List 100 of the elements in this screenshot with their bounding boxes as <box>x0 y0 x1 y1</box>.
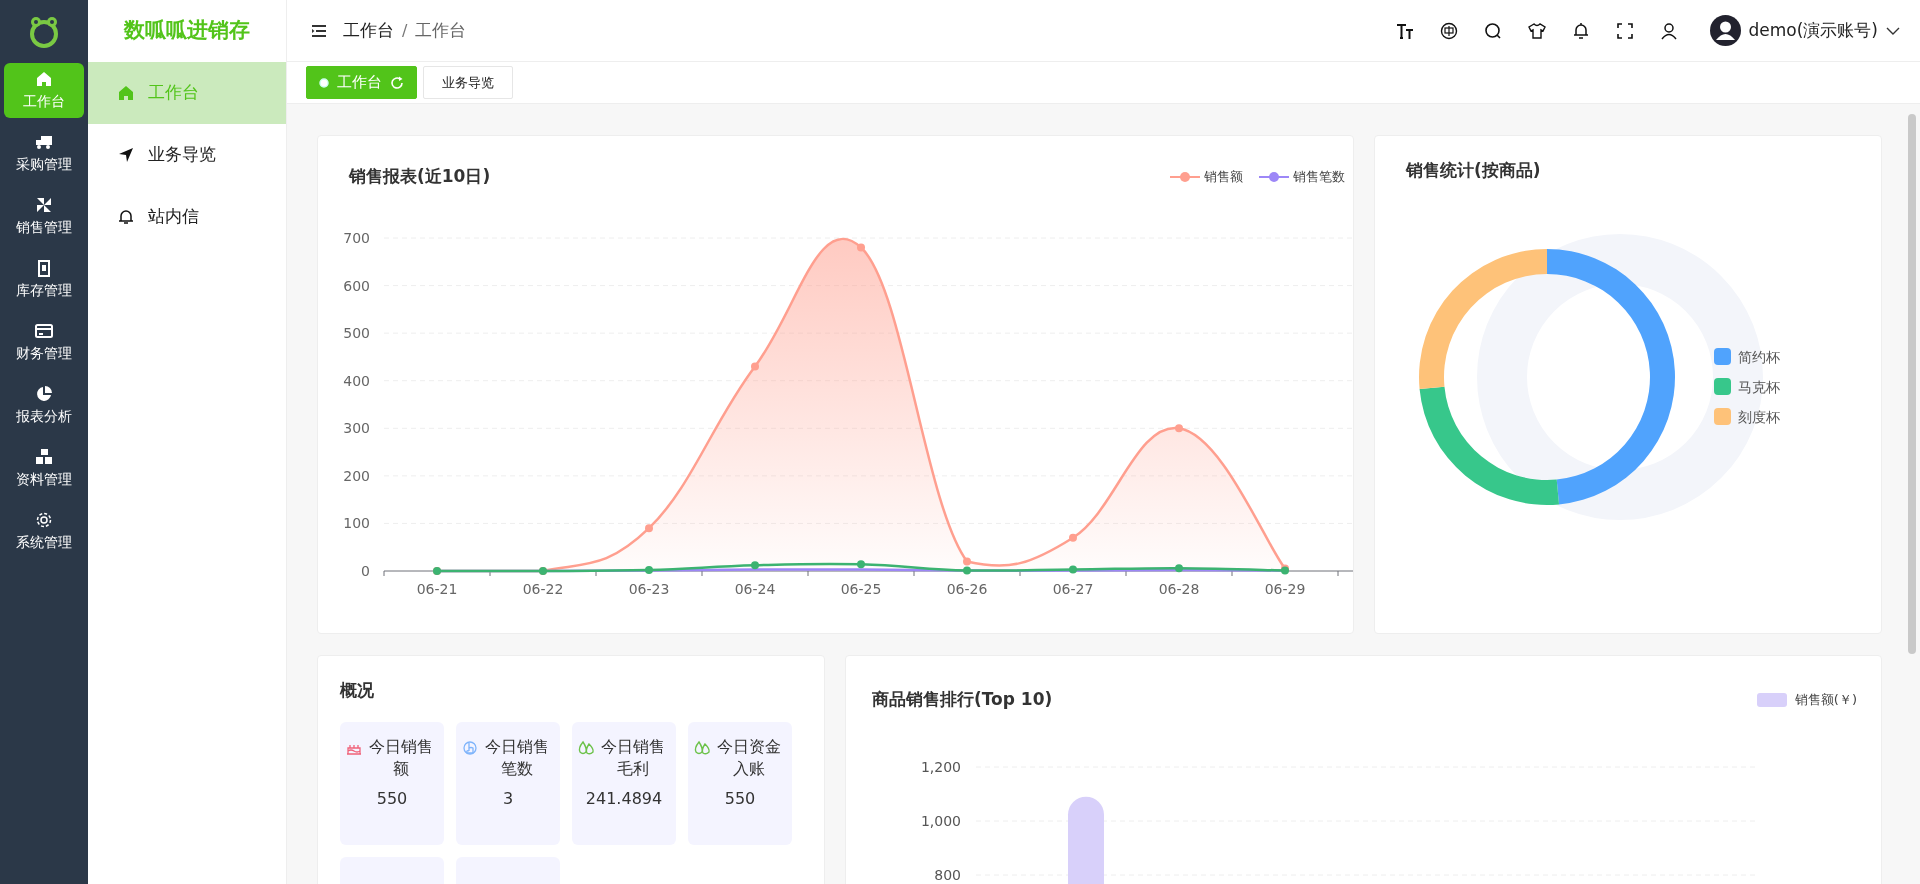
legend-line-icon <box>1170 171 1200 183</box>
axis-tick-label: 400 <box>343 372 370 389</box>
nav-item[interactable]: 资料管理 <box>4 437 84 500</box>
legend-label: 简约杯 <box>1738 349 1780 365</box>
breadcrumb-item: 工作台 <box>415 18 467 42</box>
brand-title: 数呱呱进销存 <box>122 17 251 45</box>
nav-item[interactable]: 系统管理 <box>4 500 84 563</box>
stat-label: 今日销售笔数 <box>484 736 550 781</box>
donut-slice[interactable] <box>1547 249 1675 505</box>
axis-tick-label: 300 <box>343 420 370 437</box>
nav-item[interactable]: 财务管理 <box>4 311 84 374</box>
axis-tick-label: 06-28 <box>1158 581 1200 597</box>
chevron-down-icon <box>1886 25 1900 36</box>
donut-slice[interactable] <box>1419 249 1547 390</box>
stat-label: 今日销售毛利 <box>600 736 666 781</box>
legend-item[interactable]: 马克杯 <box>1714 378 1780 395</box>
legend-label: 马克杯 <box>1738 379 1780 395</box>
data-point[interactable] <box>1069 565 1077 574</box>
axis-tick-label: 0 <box>361 563 370 579</box>
legend-line-icon <box>1259 171 1289 183</box>
language-icon[interactable] <box>1439 21 1458 40</box>
stat-label: 今日销售额 <box>368 736 434 781</box>
fullscreen-icon[interactable] <box>1615 21 1634 40</box>
stat-label: 今日资金入账 <box>716 736 782 781</box>
font-size-icon[interactable] <box>1395 21 1414 40</box>
donut-slice[interactable] <box>1419 386 1560 505</box>
card-title: 销售报表(近10日) <box>349 165 491 189</box>
shirt-icon[interactable] <box>1527 21 1546 40</box>
axis-tick-label: 800 <box>934 867 961 883</box>
axis-tick-label: 06-24 <box>734 581 776 597</box>
droplets-icon <box>577 739 595 757</box>
stat-value: 241.4894 <box>585 787 663 810</box>
legend-item[interactable]: 销售额 <box>1170 167 1243 187</box>
data-point[interactable] <box>963 557 971 566</box>
data-point[interactable] <box>645 566 653 575</box>
legend-swatch-icon <box>1756 693 1787 707</box>
menu-icon[interactable] <box>311 23 327 38</box>
data-point[interactable] <box>1175 424 1183 433</box>
card-title: 概况 <box>339 679 375 702</box>
axis-tick-label: 06-26 <box>946 581 988 597</box>
data-point[interactable] <box>751 362 759 371</box>
settings-icon <box>35 510 53 529</box>
refresh-icon <box>390 75 404 90</box>
user-name[interactable]: demo(演示账号) <box>1748 17 1878 44</box>
legend-item[interactable]: 简约杯 <box>1714 348 1780 365</box>
card-title: 销售统计(按商品) <box>1404 159 1542 182</box>
data-point[interactable] <box>1175 564 1183 573</box>
dot-icon <box>319 77 329 88</box>
axis-tick-label: 06-22 <box>522 581 564 597</box>
stat-value: 550 <box>376 787 408 810</box>
data-point[interactable] <box>1281 566 1289 575</box>
nav-item[interactable]: 采购管理 <box>4 122 84 185</box>
home-icon <box>118 85 134 101</box>
tap-icon <box>461 739 479 757</box>
axis-tick-label: 1,200 <box>920 759 961 775</box>
nav-item[interactable]: 销售管理 <box>4 185 84 248</box>
pinwheel-icon <box>35 195 53 214</box>
legend-item[interactable]: 销售额(￥) <box>1756 690 1857 710</box>
axis-tick-label: 200 <box>343 467 370 484</box>
breadcrumb-separator: / <box>402 19 408 42</box>
pie-chart-icon <box>35 384 53 403</box>
data-point[interactable] <box>857 243 865 252</box>
menu-item[interactable]: 业务导览 <box>88 124 286 186</box>
legend-item[interactable]: 销售笔数 <box>1259 167 1345 187</box>
data-point[interactable] <box>645 524 653 533</box>
stat-value: 3 <box>502 787 514 810</box>
axis-tick-label: 500 <box>343 325 370 342</box>
axis-tick-label: 06-27 <box>1052 581 1094 597</box>
axis-tick-label: 700 <box>343 230 370 246</box>
axis-tick-label: 600 <box>343 277 370 294</box>
menu-item[interactable]: 站内信 <box>88 186 286 248</box>
boxes-icon <box>35 447 53 466</box>
stat-value: 550 <box>724 787 756 810</box>
data-point[interactable] <box>857 560 865 569</box>
axis-tick-label: 06-29 <box>1264 581 1306 597</box>
bell-icon <box>118 209 134 225</box>
data-point[interactable] <box>751 561 759 570</box>
user-icon[interactable] <box>1659 21 1678 40</box>
data-point[interactable] <box>963 566 971 575</box>
breadcrumb-item[interactable]: 工作台 <box>343 17 394 44</box>
droplets-icon <box>693 739 711 757</box>
legend-item[interactable]: 刻度杯 <box>1714 408 1780 425</box>
page-tab[interactable]: 业务导览 <box>423 66 513 99</box>
axis-tick-label: 06-23 <box>628 581 670 597</box>
home-icon <box>35 69 53 88</box>
building-icon <box>35 258 53 277</box>
nav-item[interactable]: 报表分析 <box>4 374 84 437</box>
axis-tick-label: 100 <box>343 515 370 532</box>
search-icon[interactable] <box>1483 21 1502 40</box>
axis-tick-label: 1,000 <box>920 813 961 829</box>
bar[interactable] <box>1068 796 1104 884</box>
legend-label: 刻度杯 <box>1738 409 1780 425</box>
data-point[interactable] <box>1069 533 1077 542</box>
scrollbar[interactable] <box>1908 114 1916 654</box>
nav-item[interactable]: 库存管理 <box>4 248 84 311</box>
card-title: 商品销售排行(Top 10) <box>872 688 1053 712</box>
avatar-icon <box>1709 15 1741 46</box>
bell-icon[interactable] <box>1571 21 1590 40</box>
card-icon <box>35 321 53 340</box>
axis-tick-label: 06-21 <box>416 581 458 597</box>
